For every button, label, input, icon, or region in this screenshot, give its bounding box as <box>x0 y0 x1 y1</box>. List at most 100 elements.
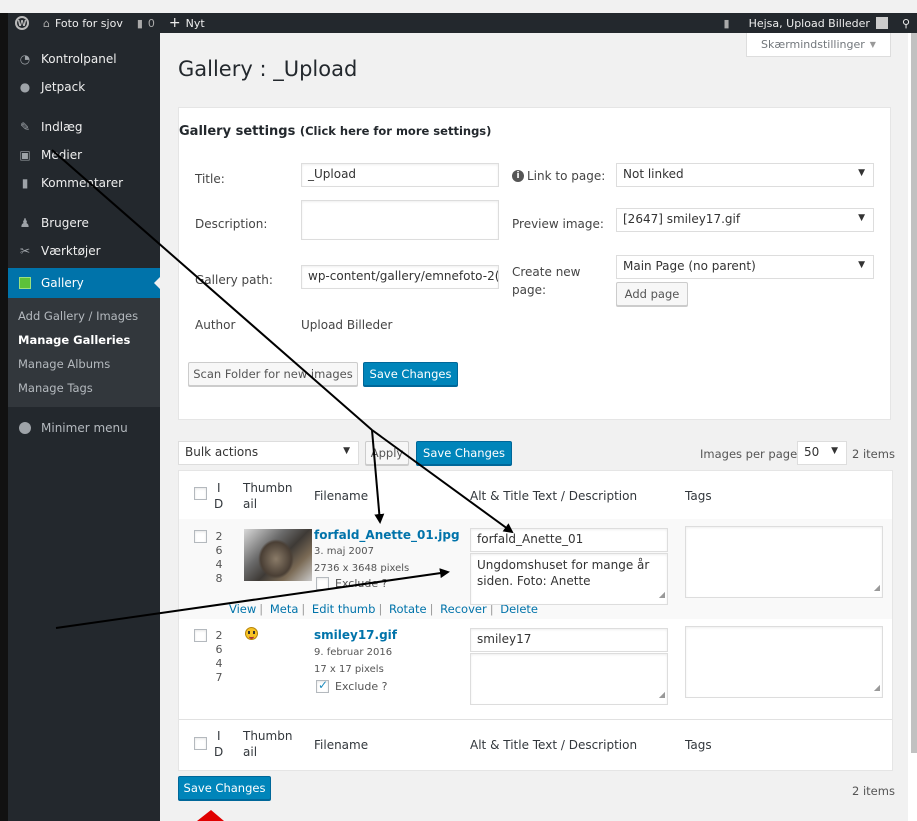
admin-bar: W ⌂ Foto for sjov ▮ 0 + Nyt ▮ Hejsa, Upl… <box>8 13 917 33</box>
menu-label: Gallery <box>41 276 84 290</box>
menu-item-posts[interactable]: ✎ Indlæg <box>8 116 160 138</box>
bulk-actions-select[interactable]: Bulk actions ▼ <box>178 441 359 465</box>
submenu-add-gallery[interactable]: Add Gallery / Images <box>8 304 160 328</box>
create-page-label-2: page: <box>512 283 547 297</box>
site-name-link[interactable]: ⌂ Foto for sjov <box>36 13 130 33</box>
preview-image-select[interactable]: [2647] smiley17.gif ▼ <box>616 208 874 232</box>
view-action[interactable]: View <box>229 602 256 616</box>
notifications-button[interactable]: ▮ <box>717 13 742 33</box>
select-all-footer-checkbox[interactable] <box>194 737 207 750</box>
resize-grip-icon[interactable]: ◢ <box>874 580 880 596</box>
description-textarea[interactable]: ◢ <box>470 653 668 705</box>
menu-label: Jetpack <box>41 80 86 94</box>
my-account-link[interactable]: Hejsa, Upload Billeder <box>742 13 895 33</box>
smiley-thumbnail-image[interactable] <box>245 627 258 640</box>
resize-grip-icon[interactable]: ◢ <box>659 687 665 703</box>
exclude-toggle[interactable]: Exclude ? <box>316 678 387 693</box>
pin-icon: ✎ <box>19 120 31 134</box>
menu-item-users[interactable]: ♟ Brugere <box>8 212 160 234</box>
gallery-path-input[interactable]: wp-content/gallery/emnefoto-2( <box>301 265 499 289</box>
create-page-value: Main Page (no parent) <box>623 259 756 273</box>
submenu-manage-galleries[interactable]: Manage Galleries <box>8 328 160 352</box>
rotate-action[interactable]: Rotate <box>389 602 427 616</box>
collapse-menu-button[interactable]: Minimer menu <box>8 417 160 439</box>
menu-item-dashboard[interactable]: ◔ Kontrolpanel <box>8 48 160 70</box>
row-checkbox[interactable] <box>194 530 207 543</box>
column-filename-header[interactable]: Filename <box>314 489 368 503</box>
title-label: Title: <box>195 172 225 186</box>
column-tags-header: Tags <box>685 489 712 503</box>
images-per-page-select[interactable]: 50 ▼ <box>797 441 847 465</box>
description-textarea[interactable] <box>301 200 499 240</box>
caret-down-icon: ▼ <box>858 213 865 223</box>
comments-count: 0 <box>147 16 155 30</box>
author-value: Upload Billeder <box>301 318 393 332</box>
column-id-footer-2: D <box>214 745 224 759</box>
window-left-edge <box>0 13 8 821</box>
scrollbar[interactable] <box>911 33 917 753</box>
link-to-page-select[interactable]: Not linked ▼ <box>616 163 874 187</box>
save-settings-button[interactable]: Save Changes <box>363 362 458 386</box>
exclude-toggle[interactable]: Exclude ? <box>316 577 387 590</box>
arrow-red-pointer <box>197 810 224 821</box>
column-thumbnail-footer-2: ail <box>243 745 258 759</box>
caret-down-icon: ▼ <box>858 168 865 178</box>
row-checkbox[interactable] <box>194 629 207 642</box>
edit-thumb-action[interactable]: Edit thumb <box>312 602 376 616</box>
new-content-link[interactable]: + Nyt <box>162 13 212 33</box>
filename-link[interactable]: forfald_Anette_01.jpg <box>314 528 460 542</box>
settings-heading-text: Gallery settings <box>179 124 296 139</box>
tags-textarea[interactable]: ◢ <box>685 526 883 598</box>
settings-heading[interactable]: Gallery settings (Click here for more se… <box>179 124 491 139</box>
save-changes-top-button[interactable]: Save Changes <box>416 441 512 465</box>
items-count-top: 2 items <box>852 447 895 461</box>
images-per-page-value: 50 <box>804 445 820 459</box>
save-changes-bottom-button[interactable]: Save Changes <box>178 776 271 800</box>
menu-item-gallery[interactable]: Gallery <box>8 268 161 298</box>
exclude-checkbox[interactable] <box>316 577 329 590</box>
screen-options-button[interactable]: Skærmindstillinger ▼ <box>746 33 891 57</box>
resize-grip-icon[interactable]: ◢ <box>659 587 665 603</box>
search-button[interactable]: ⚲ <box>895 13 917 33</box>
collapse-icon <box>18 421 32 435</box>
site-name: Foto for sjov <box>54 16 123 30</box>
submenu-manage-albums[interactable]: Manage Albums <box>8 352 160 376</box>
notification-icon: ▮ <box>723 16 730 30</box>
link-to-page-value: Not linked <box>623 167 684 181</box>
create-page-select[interactable]: Main Page (no parent) ▼ <box>616 255 874 279</box>
filename-link[interactable]: smiley17.gif <box>314 628 397 642</box>
menu-item-media[interactable]: ▣ Medier <box>8 144 160 166</box>
caret-down-icon: ▼ <box>858 260 865 270</box>
alt-text-input[interactable]: smiley17 <box>470 628 668 652</box>
meta-action[interactable]: Meta <box>270 602 299 616</box>
info-icon: i <box>512 170 524 182</box>
resize-grip-icon[interactable]: ◢ <box>874 680 880 696</box>
alt-text-input[interactable]: forfald_Anette_01 <box>470 528 668 552</box>
add-page-button[interactable]: Add page <box>616 282 688 306</box>
apply-button[interactable]: Apply <box>365 441 409 465</box>
title-input[interactable]: _Upload <box>301 163 499 187</box>
description-textarea[interactable]: Ungdomshuset for mange år siden. Foto: A… <box>470 553 668 605</box>
menu-item-tools[interactable]: ✂ Værktøjer <box>8 240 160 262</box>
comments-link[interactable]: ▮ 0 <box>130 13 162 33</box>
home-icon: ⌂ <box>43 16 50 30</box>
caret-down-icon: ▼ <box>831 446 838 456</box>
media-icon: ▣ <box>19 148 31 162</box>
tags-textarea[interactable]: ◢ <box>685 626 883 698</box>
column-tags-footer: Tags <box>685 738 712 752</box>
wordpress-logo-button[interactable]: W <box>8 13 36 33</box>
menu-item-comments[interactable]: ▮ Kommentarer <box>8 172 160 194</box>
menu-item-jetpack[interactable]: ● Jetpack <box>8 76 160 98</box>
description-text: Ungdomshuset for mange år siden. Foto: A… <box>477 558 650 588</box>
column-filename-footer[interactable]: Filename <box>314 738 368 752</box>
submenu-manage-tags[interactable]: Manage Tags <box>8 376 160 400</box>
select-all-checkbox[interactable] <box>194 487 207 500</box>
scan-folder-button[interactable]: Scan Folder for new images <box>188 362 358 386</box>
exclude-checkbox[interactable] <box>316 678 329 693</box>
users-icon: ♟ <box>19 216 31 230</box>
thumbnail-image[interactable] <box>244 529 312 581</box>
link-to-page-text: Link to page: <box>527 169 606 183</box>
row-id-digit: 6 <box>215 544 223 557</box>
bulk-actions-value: Bulk actions <box>185 445 259 459</box>
image-date: 9. februar 2016 <box>314 647 393 658</box>
